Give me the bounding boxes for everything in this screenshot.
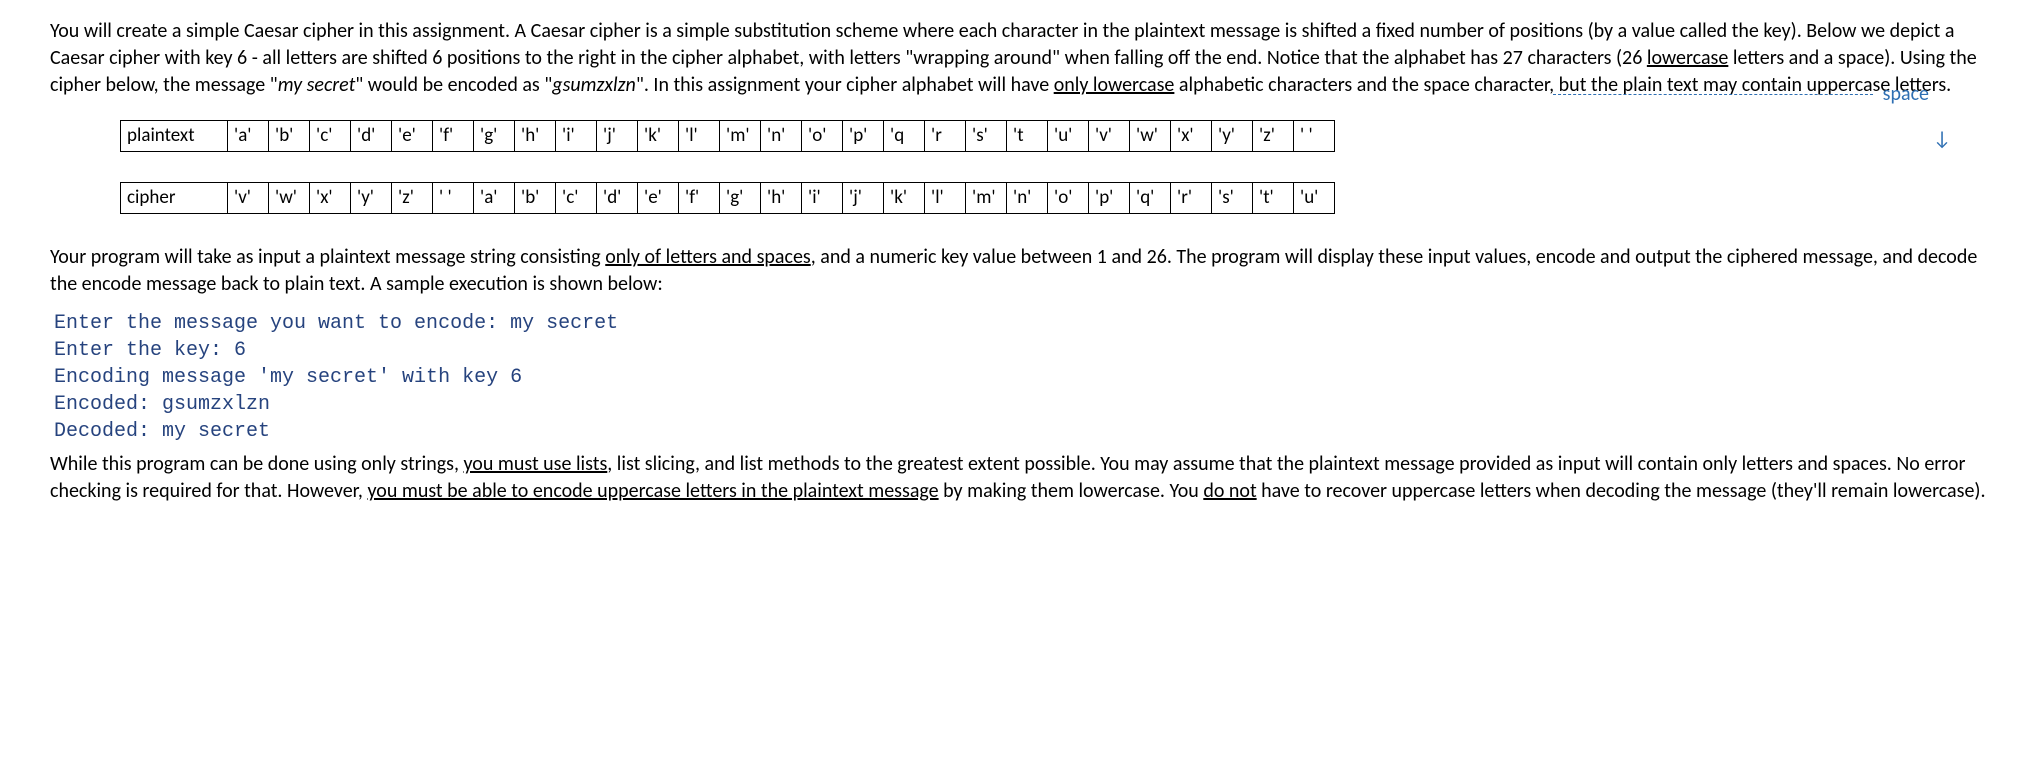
cipher-cell: 'b': [515, 183, 556, 214]
plaintext-cell: 'q: [884, 121, 925, 152]
cipher-cell: 'r': [1171, 183, 1212, 214]
cipher-tables: plaintext 'a''b''c''d''e''f''g''h''i''j'…: [120, 120, 1989, 214]
callout-dash-line: [1553, 94, 1873, 95]
text-run: my secret: [278, 73, 356, 97]
text-run: lowercase: [1647, 46, 1728, 70]
cipher-label-cell: cipher: [121, 183, 228, 214]
requirements-paragraph: While this program can be done using onl…: [50, 451, 1989, 505]
plaintext-cell: 'r: [925, 121, 966, 152]
cipher-table: cipher 'v''w''x''y''z'' ''a''b''c''d''e'…: [120, 182, 1335, 214]
cipher-cell: 'c': [556, 183, 597, 214]
text-run: you must be able to encode uppercase let…: [367, 479, 938, 503]
plaintext-cell: 'v': [1089, 121, 1130, 152]
plaintext-label-cell: plaintext: [121, 121, 228, 152]
cipher-cell: 's': [1212, 183, 1253, 214]
cipher-cell: 'y': [351, 183, 392, 214]
plaintext-cell: 'x': [1171, 121, 1212, 152]
intro-paragraph: You will create a simple Caesar cipher i…: [50, 18, 1989, 99]
plaintext-cell: 'g': [474, 121, 515, 152]
cipher-cell: 'g': [720, 183, 761, 214]
plaintext-cell: 'y': [1212, 121, 1253, 152]
plaintext-cell: 'u': [1048, 121, 1089, 152]
plaintext-cell: 'h': [515, 121, 556, 152]
cipher-cell: 'q': [1130, 183, 1171, 214]
cipher-cell: 'n': [1007, 183, 1048, 214]
cipher-cell: 'e': [638, 183, 679, 214]
sample-execution: Enter the message you want to encode: my…: [54, 310, 1989, 445]
plaintext-cell: 'n': [761, 121, 802, 152]
cipher-cell: ' ': [433, 183, 474, 214]
plaintext-cell: 'e': [392, 121, 433, 152]
plaintext-cell: 'z': [1253, 121, 1294, 152]
cipher-cell: 'i': [802, 183, 843, 214]
plaintext-cell: 'm': [720, 121, 761, 152]
text-run: have to recover uppercase letters when d…: [1257, 479, 1986, 503]
cipher-cell: 'u': [1294, 183, 1335, 214]
text-run: do not: [1203, 479, 1256, 503]
plaintext-table: plaintext 'a''b''c''d''e''f''g''h''i''j'…: [120, 120, 1335, 152]
plaintext-cell: 'l': [679, 121, 720, 152]
text-run: " would be encoded as ": [355, 73, 552, 97]
text-run: you must use lists: [463, 452, 607, 476]
space-label: space: [1883, 81, 1929, 108]
cipher-cell: 'x': [310, 183, 351, 214]
plaintext-cell: 'i': [556, 121, 597, 152]
cipher-cell: 'z': [392, 183, 433, 214]
cipher-cell: 'k': [884, 183, 925, 214]
cipher-cell: 'd': [597, 183, 638, 214]
cipher-cell: 'j': [843, 183, 884, 214]
plaintext-cell: 'p': [843, 121, 884, 152]
plaintext-cell: 'a': [228, 121, 269, 152]
plaintext-cell: 'd': [351, 121, 392, 152]
text-run: only lowercase: [1054, 73, 1175, 97]
plaintext-cell: ' ': [1294, 121, 1335, 152]
cipher-cell: 'w': [269, 183, 310, 214]
plaintext-cell: 'c': [310, 121, 351, 152]
cipher-cell: 'v': [228, 183, 269, 214]
text-run: gsumzxlzn: [552, 73, 636, 97]
plaintext-cell: 'w': [1130, 121, 1171, 152]
plaintext-cell: 't: [1007, 121, 1048, 152]
text-run: only of letters and spaces: [605, 245, 810, 269]
plaintext-cell: 'b': [269, 121, 310, 152]
cipher-cell: 'h': [761, 183, 802, 214]
plaintext-cell: 'k': [638, 121, 679, 152]
cipher-cell: 'l': [925, 183, 966, 214]
cipher-cell: 'f': [679, 183, 720, 214]
plaintext-cell: 's': [966, 121, 1007, 152]
text-run: by making them lowercase. You: [939, 479, 1204, 503]
cipher-cell: 'a': [474, 183, 515, 214]
plaintext-cell: 'o': [802, 121, 843, 152]
cipher-cell: 't': [1253, 183, 1294, 214]
text-run: Your program will take as input a plaint…: [50, 245, 605, 269]
text-run: While this program can be done using onl…: [50, 452, 463, 476]
instructions-paragraph: Your program will take as input a plaint…: [50, 244, 1989, 298]
cipher-cell: 'p': [1089, 183, 1130, 214]
text-run: ". In this assignment your cipher alphab…: [636, 73, 1054, 97]
plaintext-cell: 'j': [597, 121, 638, 152]
plaintext-cell: 'f': [433, 121, 474, 152]
cipher-cell: 'm': [966, 183, 1007, 214]
down-arrow-icon: ↓: [1933, 126, 1951, 153]
cipher-cell: 'o': [1048, 183, 1089, 214]
